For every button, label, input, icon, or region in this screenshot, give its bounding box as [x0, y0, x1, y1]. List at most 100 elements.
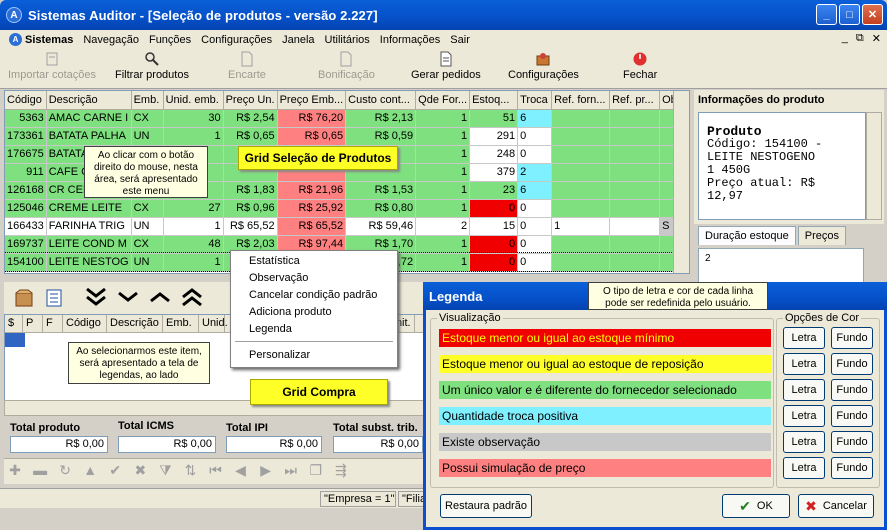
menu-utilitarios[interactable]: Utilitários: [320, 34, 375, 46]
ctx-personalizar[interactable]: Personalizar: [249, 349, 310, 361]
table-cell[interactable]: 30: [163, 109, 224, 128]
col-emb[interactable]: Emb.: [131, 91, 164, 110]
letra-button[interactable]: Letra: [783, 457, 825, 479]
fundo-button[interactable]: Fundo: [831, 353, 873, 375]
refresh-icon[interactable]: ↻: [54, 462, 76, 482]
table-cell[interactable]: 379: [469, 163, 519, 182]
table-cell[interactable]: [551, 163, 611, 182]
col-unid-emb[interactable]: Unid. emb.: [163, 91, 224, 110]
table-cell[interactable]: CX: [131, 235, 164, 254]
table-cell[interactable]: 0: [517, 235, 553, 254]
chevron-up-icon[interactable]: [148, 290, 172, 304]
table-cell[interactable]: CX: [131, 109, 164, 128]
col-descricao[interactable]: Descrição: [107, 315, 163, 332]
double-chevron-down-icon[interactable]: [84, 286, 108, 308]
ctx-adiciona-produto[interactable]: Adiciona produto: [249, 306, 332, 318]
table-cell[interactable]: R$ 59,46: [345, 217, 417, 236]
table-cell[interactable]: 15: [469, 217, 519, 236]
maximize-button[interactable]: □: [839, 4, 860, 25]
ctx-estatistica[interactable]: Estatística: [249, 255, 300, 267]
col-preco-emb[interactable]: Preço Emb...: [277, 91, 347, 110]
col-emb[interactable]: Emb.: [163, 315, 199, 332]
table-cell[interactable]: BATATA PALHA: [46, 127, 132, 146]
table-cell[interactable]: AMAC CARNE I: [46, 109, 132, 128]
settings-button[interactable]: Configurações: [508, 51, 579, 81]
col-troca[interactable]: Troca: [517, 91, 553, 110]
table-cell[interactable]: R$ 21,96: [277, 181, 347, 200]
table-cell[interactable]: [609, 163, 661, 182]
fechar-button[interactable]: Fechar: [623, 51, 657, 81]
table-row[interactable]: 5363 AMAC CARNE I CX 30 R$ 2,54 R$ 76,20 R$ 2,…: [5, 109, 686, 128]
table-cell[interactable]: 6: [517, 181, 553, 200]
filter-products-button[interactable]: Filtrar produtos: [115, 51, 189, 81]
table-cell[interactable]: [551, 145, 611, 164]
export-icon[interactable]: ⇶: [330, 462, 352, 482]
copy-icon[interactable]: ❐: [305, 462, 327, 482]
table-cell[interactable]: 23: [469, 181, 519, 200]
table-cell[interactable]: 291: [469, 127, 519, 146]
table-cell[interactable]: 0: [517, 145, 553, 164]
last-record-icon[interactable]: ⏭: [280, 462, 302, 482]
table-cell[interactable]: [609, 109, 661, 128]
minimize-button[interactable]: _: [816, 4, 837, 25]
cancel-button[interactable]: ✖ Cancelar: [798, 494, 874, 518]
prev-record-icon[interactable]: ◀: [230, 462, 252, 482]
table-cell[interactable]: 5363: [5, 109, 47, 128]
table-cell[interactable]: 0: [517, 199, 553, 218]
table-cell[interactable]: 27: [163, 199, 224, 218]
table-cell[interactable]: [609, 235, 661, 254]
table-cell[interactable]: 0: [469, 253, 519, 272]
col-preco-un[interactable]: Preço Un.: [223, 91, 278, 110]
table-cell[interactable]: 51: [469, 109, 519, 128]
table-cell[interactable]: 1: [415, 163, 471, 182]
table-cell[interactable]: 1: [415, 127, 471, 146]
table-cell[interactable]: 1: [163, 253, 224, 272]
table-cell[interactable]: 1: [415, 235, 471, 254]
ctx-cancelar-condicao[interactable]: Cancelar condição padrão: [249, 289, 377, 301]
menu-sistemas[interactable]: A Sistemas: [4, 33, 78, 46]
table-cell[interactable]: 0: [517, 127, 553, 146]
table-cell[interactable]: UN: [131, 217, 164, 236]
col-p[interactable]: P: [23, 315, 43, 332]
table-cell[interactable]: [551, 253, 611, 272]
next-record-icon[interactable]: ▶: [255, 462, 277, 482]
table-cell[interactable]: R$ 0,65: [223, 127, 278, 146]
sort-icon[interactable]: ⇅: [179, 462, 201, 482]
table-cell[interactable]: 1: [415, 109, 471, 128]
fundo-button[interactable]: Fundo: [831, 379, 873, 401]
restore-default-button[interactable]: Restaura padrão: [440, 494, 532, 518]
table-cell[interactable]: 169737: [5, 235, 47, 254]
fundo-button[interactable]: Fundo: [831, 457, 873, 479]
mdi-close-button[interactable]: ✕: [872, 32, 881, 45]
ctx-legenda[interactable]: Legenda: [249, 323, 292, 335]
first-record-icon[interactable]: ⏮: [205, 462, 227, 482]
table-cell[interactable]: 248: [469, 145, 519, 164]
table-cell[interactable]: 1: [415, 181, 471, 200]
table-cell[interactable]: 1: [551, 217, 611, 236]
table-cell[interactable]: 1: [415, 145, 471, 164]
table-cell[interactable]: 0: [469, 199, 519, 218]
table-cell[interactable]: [551, 199, 611, 218]
ctx-observacao[interactable]: Observação: [249, 272, 308, 284]
table-cell[interactable]: R$ 2,13: [345, 109, 417, 128]
letra-button[interactable]: Letra: [783, 327, 825, 349]
table-cell[interactable]: LEITE COND M: [46, 235, 132, 254]
table-row[interactable]: 166433 FARINHA TRIG UN 1 R$ 65,52 R$ 65,52 R$ …: [5, 217, 686, 236]
table-cell[interactable]: R$ 2,54: [223, 109, 278, 128]
table-cell[interactable]: 1: [163, 127, 224, 146]
grid-vertical-scrollbar[interactable]: [673, 91, 689, 273]
table-cell[interactable]: R$ 1,53: [345, 181, 417, 200]
menu-navegacao[interactable]: Navegação: [78, 34, 144, 46]
table-cell[interactable]: LEITE NESTOG: [46, 253, 132, 272]
tab-precos[interactable]: Preços: [797, 226, 847, 245]
table-cell[interactable]: [609, 127, 661, 146]
fundo-button[interactable]: Fundo: [831, 405, 873, 427]
table-cell[interactable]: R$ 25,92: [277, 199, 347, 218]
table-cell[interactable]: CREME LEITE: [46, 199, 132, 218]
table-cell[interactable]: UN: [131, 253, 164, 272]
table-cell[interactable]: R$ 0,96: [223, 199, 278, 218]
letra-button[interactable]: Letra: [783, 405, 825, 427]
table-cell[interactable]: 0: [469, 235, 519, 254]
table-cell[interactable]: R$ 76,20: [277, 109, 347, 128]
list-icon[interactable]: [44, 288, 64, 308]
